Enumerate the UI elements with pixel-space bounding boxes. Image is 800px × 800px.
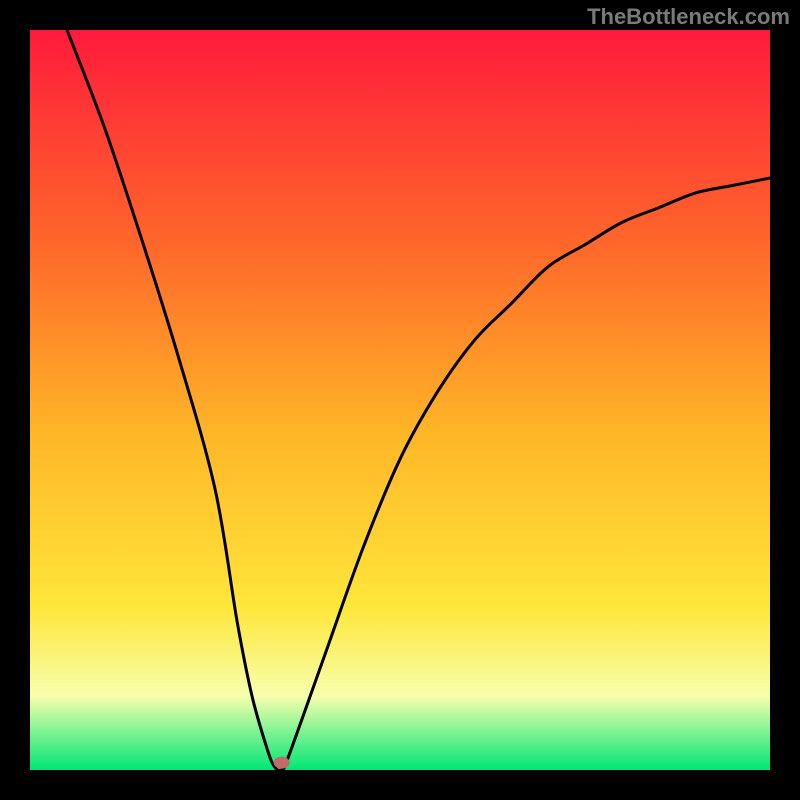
plot-svg bbox=[30, 30, 770, 770]
plot-area bbox=[30, 30, 770, 770]
optimum-marker bbox=[274, 757, 290, 769]
gradient-bg bbox=[30, 30, 770, 770]
chart-frame: TheBottleneck.com bbox=[0, 0, 800, 800]
watermark-text: TheBottleneck.com bbox=[587, 4, 790, 30]
